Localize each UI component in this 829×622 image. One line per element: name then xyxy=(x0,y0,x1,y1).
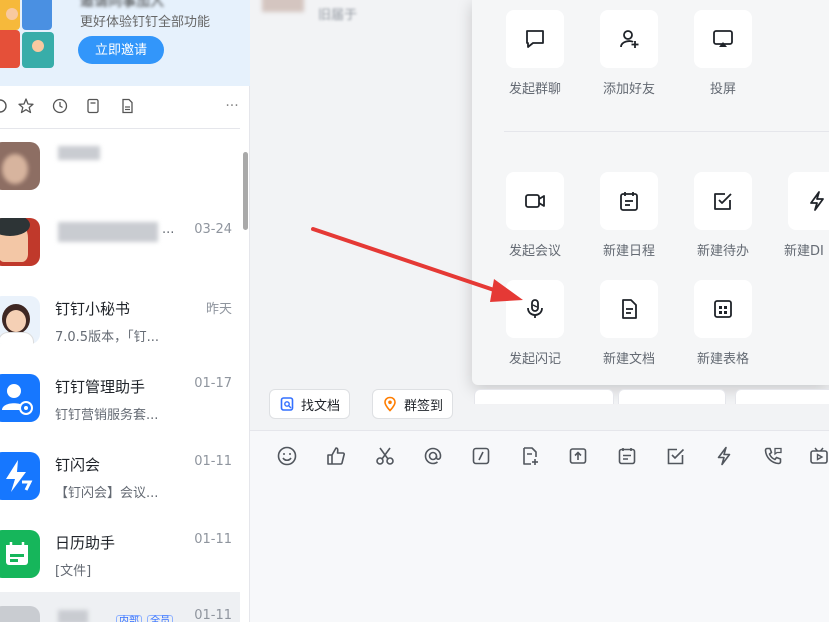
ding-icon[interactable] xyxy=(711,443,737,469)
slash-command-icon[interactable] xyxy=(468,443,494,469)
mention-icon[interactable] xyxy=(420,443,446,469)
emoji-icon[interactable] xyxy=(274,443,300,469)
find-document-chip[interactable]: 找文档 xyxy=(269,389,351,419)
todo-icon[interactable] xyxy=(663,443,689,469)
group-checkin-chip[interactable]: 群签到 xyxy=(372,389,454,419)
upload-file-icon[interactable] xyxy=(565,443,591,469)
schedule-icon[interactable] xyxy=(614,443,640,469)
thumbs-up-icon[interactable] xyxy=(323,443,349,469)
phone-call-icon[interactable] xyxy=(760,443,786,469)
live-video-icon[interactable] xyxy=(806,443,829,469)
find-doc-icon xyxy=(279,396,295,412)
find-document-label: 找文档 xyxy=(301,398,341,414)
scissors-icon[interactable] xyxy=(372,443,398,469)
group-checkin-label: 群签到 xyxy=(404,398,444,414)
new-doc-icon[interactable] xyxy=(517,443,543,469)
location-pin-icon xyxy=(382,396,398,412)
message-input-area[interactable] xyxy=(250,430,829,622)
